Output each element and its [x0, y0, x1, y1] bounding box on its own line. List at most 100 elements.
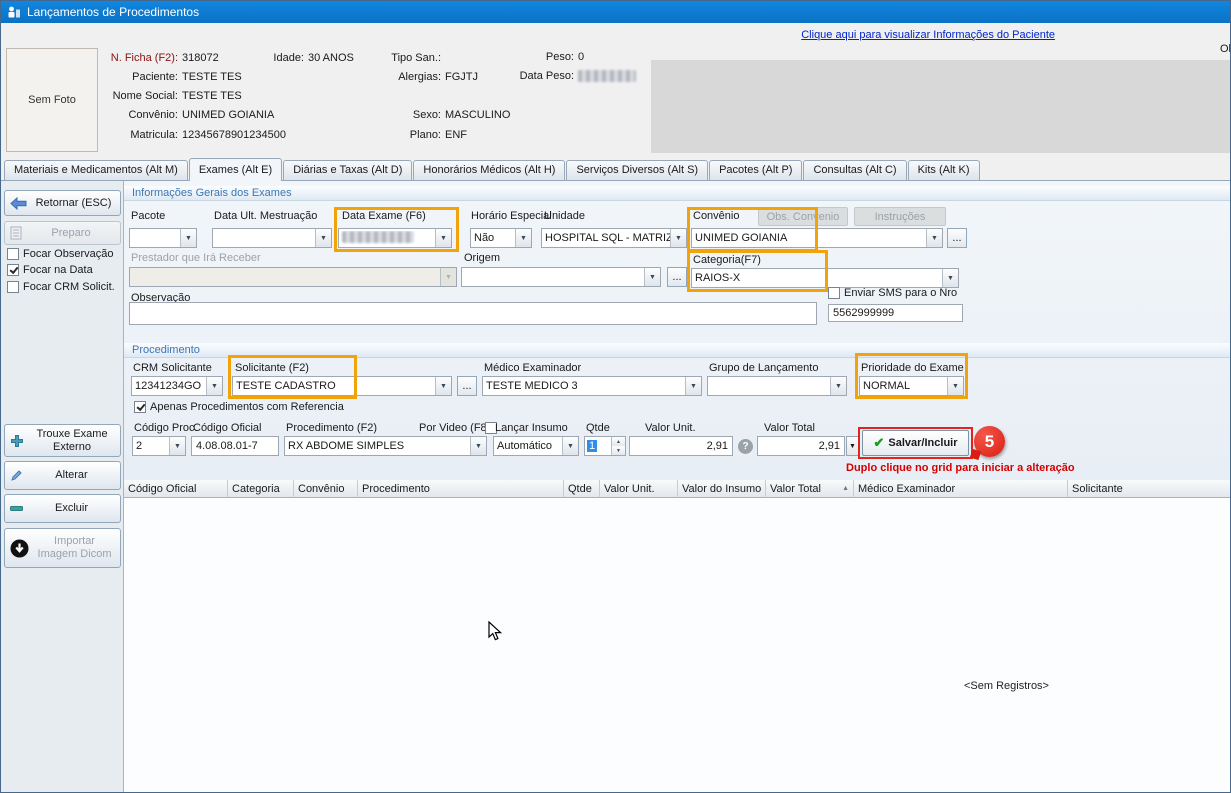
- qtde-value: 1: [587, 440, 597, 452]
- codigo-oficial-input[interactable]: 4.08.08.01-7: [191, 436, 279, 456]
- tab-diarias[interactable]: Diárias e Taxas (Alt D): [283, 160, 412, 180]
- tab-exames[interactable]: Exames (Alt E): [189, 158, 282, 181]
- grid-header-cell[interactable]: Valor Total▲: [766, 480, 854, 498]
- retornar-button[interactable]: Retornar (ESC): [4, 190, 121, 216]
- valor-unit-input[interactable]: 2,91: [629, 436, 733, 456]
- procedures-grid[interactable]: Código Oficial Categoria Convênio Proced…: [124, 480, 1231, 793]
- solicitante-browse-button[interactable]: ...: [457, 376, 477, 396]
- trouxe-exame-externo-button[interactable]: Trouxe Exame Externo: [4, 424, 121, 457]
- checkbox-icon: [828, 287, 840, 299]
- horario-especial-select[interactable]: Não▼: [470, 228, 532, 248]
- qtde-stepper[interactable]: 1 ▲▼: [584, 436, 626, 456]
- checkbox-icon: [7, 248, 19, 260]
- ficha-value: 318072: [182, 52, 219, 64]
- patient-info-link[interactable]: Clique aqui para visualizar Informações …: [801, 29, 1055, 41]
- enviar-sms-checkbox[interactable]: Enviar SMS para o Nro: [828, 287, 957, 299]
- solicitante-select[interactable]: TESTE CADASTRO▼: [232, 376, 452, 396]
- convenio-select[interactable]: UNIMED GOIANIA▼: [691, 228, 943, 248]
- categoria-select[interactable]: RAIOS-X▼: [691, 268, 959, 288]
- data-ult-select[interactable]: ▼: [212, 228, 332, 248]
- codigo-proc-label: Código Proc.: [134, 422, 198, 434]
- paciente-value: TESTE TES: [182, 71, 242, 83]
- procedimento-select[interactable]: RX ABDOME SIMPLES▼: [284, 436, 487, 456]
- focar-crm-label: Focar CRM Solicit.: [23, 281, 115, 293]
- spin-up-icon[interactable]: ▲: [612, 437, 625, 446]
- valor-total-dropdown-icon[interactable]: ▼: [846, 436, 859, 456]
- grid-header-cell[interactable]: Médico Examinador: [854, 480, 1068, 498]
- data-exame-select[interactable]: ▼: [338, 228, 452, 248]
- preparo-button: Preparo: [4, 221, 121, 245]
- tab-consultas[interactable]: Consultas (Alt C): [803, 160, 906, 180]
- grid-header-cell[interactable]: Valor do Insumo: [678, 480, 766, 498]
- tab-materiais[interactable]: Materiais e Medicamentos (Alt M): [4, 160, 188, 180]
- focar-na-data-checkbox[interactable]: Focar na Data: [7, 264, 93, 276]
- focar-na-data-label: Focar na Data: [23, 264, 93, 276]
- alergias-label: Alergias:: [356, 71, 441, 83]
- idade-value: 30 ANOS: [308, 52, 354, 64]
- focar-observacao-label: Focar Observação: [23, 248, 113, 260]
- grid-header-cell[interactable]: Qtde: [564, 480, 600, 498]
- salvar-incluir-button[interactable]: ✔ Salvar/Incluir: [862, 430, 969, 456]
- checkbox-checked-icon: [7, 264, 19, 276]
- sort-asc-icon: ▲: [842, 485, 849, 492]
- lancar-insumo-select[interactable]: Automático▼: [493, 436, 579, 456]
- alterar-label: Alterar: [28, 469, 115, 482]
- convenio-browse-button[interactable]: ...: [947, 228, 967, 248]
- grid-header-cell[interactable]: Convênio: [294, 480, 358, 498]
- unidade-select[interactable]: HOSPITAL SQL - MATRIZ▼: [541, 228, 687, 248]
- prestador-label: Prestador que Irá Receber: [131, 252, 261, 264]
- solicitante-label: Solicitante (F2): [235, 362, 309, 374]
- obs-convenio-button: Obs. Convenio: [758, 207, 848, 226]
- download-circle-icon: [10, 539, 29, 558]
- checkbox-checked-icon: [134, 401, 146, 413]
- tab-kits[interactable]: Kits (Alt K): [908, 160, 980, 180]
- valor-unit-label: Valor Unit.: [645, 422, 696, 434]
- peso-value: 0: [578, 51, 584, 63]
- codigo-proc-select[interactable]: 2▼: [132, 436, 186, 456]
- grupo-lancamento-select[interactable]: ▼: [707, 376, 847, 396]
- observacao-input[interactable]: [129, 302, 817, 325]
- grid-header-cell[interactable]: Código Oficial: [124, 480, 228, 498]
- plano-label: Plano:: [356, 129, 441, 141]
- matricula-label: Matricula:: [86, 129, 178, 141]
- data-ult-label: Data Ult. Mestruação: [214, 210, 317, 222]
- focar-crm-checkbox[interactable]: Focar CRM Solicit.: [7, 281, 115, 293]
- geral-group-header: Informações Gerais dos Exames: [124, 186, 1231, 201]
- help-icon[interactable]: ?: [738, 439, 753, 454]
- medico-examinador-select[interactable]: TESTE MEDICO 3▼: [482, 376, 702, 396]
- procedimento-group-header: Procedimento: [124, 343, 1231, 358]
- pacote-select[interactable]: ▼: [129, 228, 197, 248]
- grid-header-cell[interactable]: Procedimento: [358, 480, 564, 498]
- idade-label: Idade:: [249, 52, 304, 64]
- titlebar: Lançamentos de Procedimentos: [1, 1, 1230, 23]
- grid-header-cell[interactable]: Categoria: [228, 480, 294, 498]
- grid-header-cell[interactable]: Valor Unit.: [600, 480, 678, 498]
- chevron-down-icon: ▼: [830, 377, 846, 395]
- chevron-down-icon: ▼: [562, 437, 578, 455]
- pacote-label: Pacote: [131, 210, 165, 222]
- origem-browse-button[interactable]: ...: [667, 267, 687, 287]
- qtde-label: Qtde: [586, 422, 610, 434]
- grid-header-cell[interactable]: Solicitante: [1068, 480, 1231, 498]
- tab-honorarios[interactable]: Honorários Médicos (Alt H): [413, 160, 565, 180]
- excluir-button[interactable]: Excluir: [4, 494, 121, 523]
- window-title: Lançamentos de Procedimentos: [27, 5, 199, 19]
- prioridade-select[interactable]: NORMAL▼: [859, 376, 964, 396]
- sms-number-input[interactable]: 5562999999: [828, 304, 963, 322]
- valor-total-input[interactable]: 2,91: [757, 436, 845, 456]
- tab-pacotes[interactable]: Pacotes (Alt P): [709, 160, 802, 180]
- origem-select[interactable]: ▼: [461, 267, 661, 287]
- spin-down-icon[interactable]: ▼: [612, 446, 625, 455]
- ficha-label: N. Ficha (F2):: [86, 52, 178, 64]
- chevron-down-icon: ▼: [942, 269, 958, 287]
- focar-observacao-checkbox[interactable]: Focar Observação: [7, 248, 113, 260]
- importar-dicom-button: Importar Imagem Dicom: [4, 528, 121, 568]
- convenio-field-label: Convênio: [693, 210, 739, 222]
- alterar-button[interactable]: Alterar: [4, 461, 121, 490]
- enviar-sms-label: Enviar SMS para o Nro: [844, 287, 957, 299]
- tab-servicos[interactable]: Serviços Diversos (Alt S): [566, 160, 708, 180]
- apenas-referencia-checkbox[interactable]: Apenas Procedimentos com Referencia: [134, 401, 344, 413]
- crm-solicitante-select[interactable]: 12341234GO▼: [131, 376, 223, 396]
- convenio-value: UNIMED GOIANIA: [182, 109, 274, 121]
- tab-strip: Materiais e Medicamentos (Alt M) Exames …: [1, 158, 1230, 181]
